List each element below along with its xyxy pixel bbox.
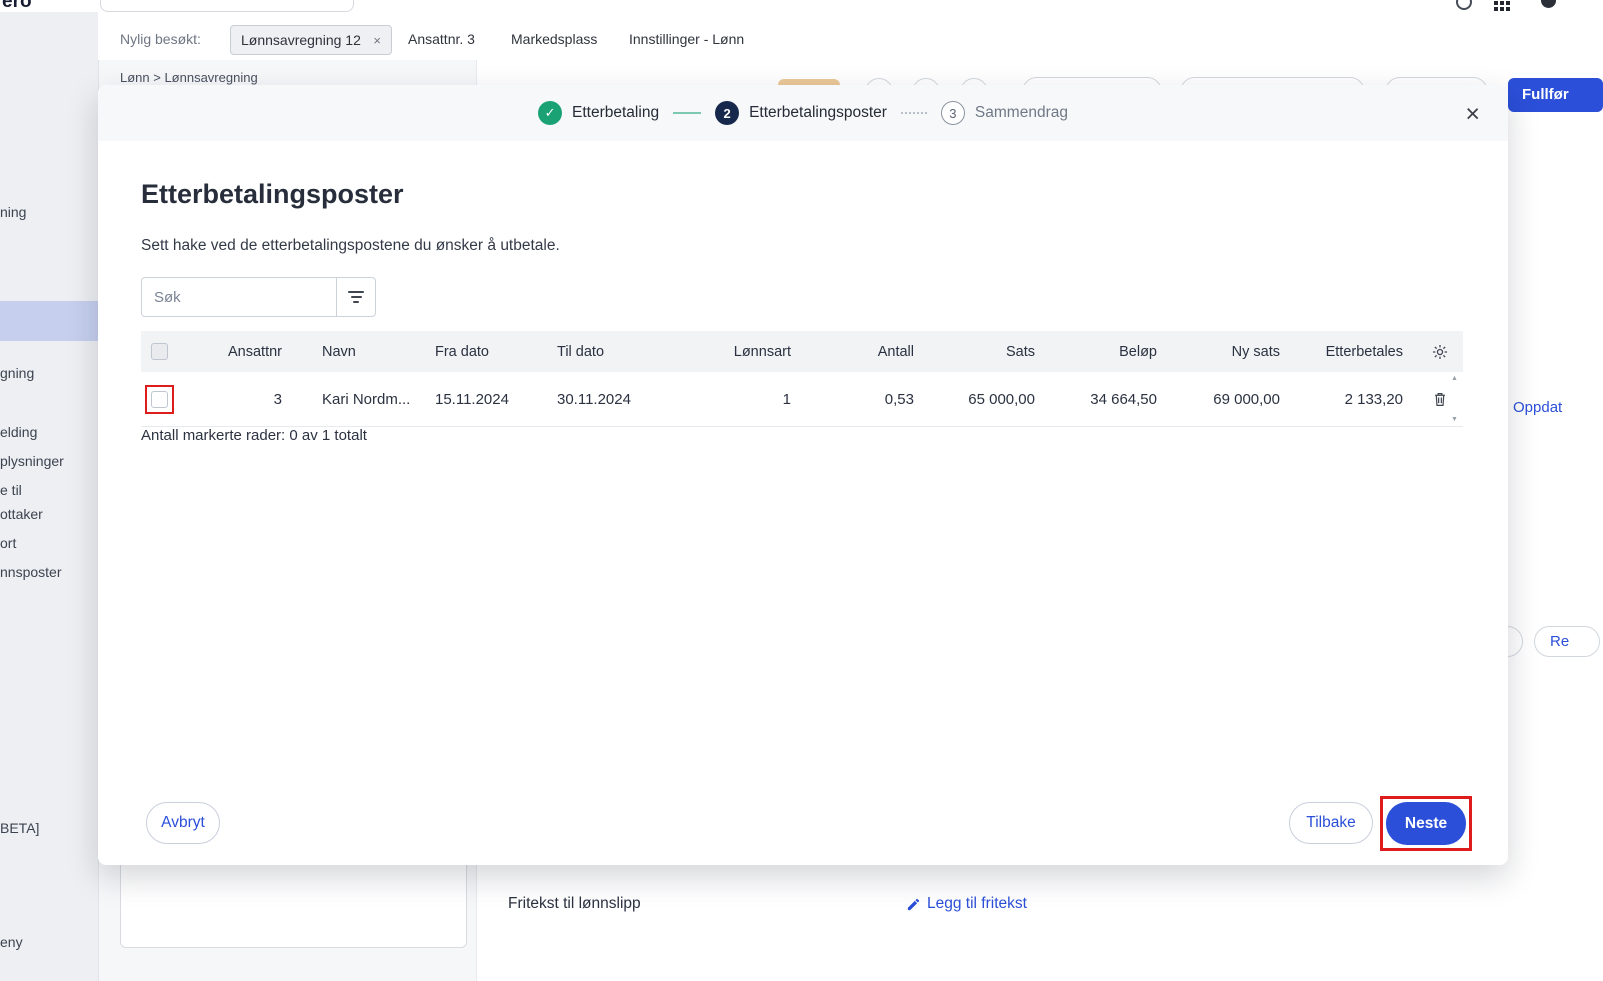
col-sats: Sats (1005, 343, 1035, 360)
col-etterbetales: Etterbetales (1325, 343, 1403, 360)
close-icon[interactable]: × (1465, 102, 1480, 127)
col-antall: Antall (877, 343, 914, 360)
cell-navn: Kari Nordm... (322, 390, 411, 408)
cell-til-dato: 30.11.2024 (557, 390, 631, 408)
row-checkbox[interactable] (151, 390, 168, 408)
breadcrumb[interactable]: Lønn > Lønnsavregning (120, 70, 258, 85)
tab-lonnsavregning-12[interactable]: Lønnsavregning 12 × (230, 25, 392, 55)
pencil-icon (906, 897, 921, 912)
re-button-partial[interactable]: Re (1534, 626, 1600, 657)
sidebar-item[interactable]: ottaker (0, 506, 43, 522)
sidebar-item[interactable]: nnsposter (0, 564, 61, 580)
sidebar-item[interactable]: gning (0, 365, 34, 381)
wizard-stepper: ✓ Etterbetaling 2 Etterbetalingsposter 3… (98, 85, 1508, 141)
fullfor-button[interactable]: Fullfør (1508, 78, 1603, 112)
app-page: ero ning gning elding plysninger e til o… (0, 0, 1603, 981)
sidebar-item[interactable]: e til (0, 482, 22, 498)
global-search-input[interactable] (100, 0, 354, 12)
step-label: Etterbetalingsposter (749, 104, 887, 121)
search-input[interactable] (141, 277, 337, 317)
annotation-highlight-next-button (1380, 796, 1472, 851)
cancel-button[interactable]: Avbryt (146, 802, 220, 844)
tab-innstillinger-lonn[interactable]: Innstillinger - Lønn (629, 31, 744, 47)
selection-summary: Antall markerte rader: 0 av 1 totalt (141, 427, 367, 444)
col-navn: Navn (322, 343, 356, 360)
step-connector (673, 112, 702, 114)
scroll-up-icon[interactable]: ▲ (1451, 375, 1458, 382)
sidebar-item-beta[interactable]: BETA] (0, 820, 39, 836)
cell-belop: 34 664,50 (1090, 390, 1157, 408)
table-settings-icon[interactable] (1417, 343, 1463, 361)
etterbetaling-wizard-modal: ✓ Etterbetaling 2 Etterbetalingsposter 3… (98, 85, 1508, 865)
tab-markedsplass[interactable]: Markedsplass (511, 31, 597, 47)
step-number: 3 (940, 101, 965, 125)
table-header-row: Ansattnr Navn Fra dato Til dato Lønnsart… (141, 331, 1463, 372)
tab-label: Lønnsavregning 12 (241, 32, 361, 48)
app-logo: ero (2, 0, 32, 12)
recently-visited-label: Nylig besøkt: (120, 31, 201, 47)
step-etterbetalingsposter[interactable]: 2 Etterbetalingsposter (715, 101, 887, 125)
col-lonnsart: Lønnsart (733, 343, 791, 360)
etterbetalingsposter-table: Ansattnr Navn Fra dato Til dato Lønnsart… (141, 331, 1463, 427)
oppdater-link-partial[interactable]: Oppdat (1513, 399, 1562, 416)
apps-grid-icon[interactable] (1494, 0, 1512, 11)
back-button[interactable]: Tilbake (1289, 802, 1373, 844)
step-done-check-icon: ✓ (538, 101, 563, 125)
cell-antall: 0,53 (884, 390, 914, 408)
col-ansattnr: Ansattnr (228, 343, 282, 360)
step-etterbetaling[interactable]: ✓ Etterbetaling (538, 101, 659, 125)
col-ny-sats: Ny sats (1231, 343, 1280, 360)
cell-fra-dato: 15.11.2024 (435, 390, 509, 408)
sidebar-item[interactable]: plysninger (0, 453, 64, 469)
step-label: Etterbetaling (572, 104, 660, 121)
step-sammendrag[interactable]: 3 Sammendrag (940, 101, 1068, 125)
sidebar-item[interactable]: ning (0, 204, 26, 220)
cell-etterbetales: 2 133,20 (1344, 390, 1403, 408)
annotation-highlight-checkbox (145, 384, 174, 414)
fritekst-label: Fritekst til lønnslipp (508, 895, 641, 912)
col-til-dato: Til dato (557, 343, 605, 360)
modal-subtitle: Sett hake ved de etterbetalingspostene d… (141, 237, 560, 254)
tab-ansattnr[interactable]: Ansattnr. 3 (408, 31, 475, 47)
sidebar-item-menu[interactable]: eny (0, 934, 23, 950)
tab-close-icon[interactable]: × (373, 33, 381, 48)
sidebar-item[interactable]: elding (0, 424, 37, 440)
scroll-down-icon[interactable]: ▼ (1451, 416, 1458, 423)
cell-ansattnr: 3 (273, 390, 282, 408)
table-scrollbar[interactable]: ▲ ▼ (1449, 375, 1460, 423)
sidebar-item[interactable]: ort (0, 535, 16, 551)
table-row[interactable]: 3 Kari Nordm... 15.11.2024 30.11.2024 1 … (141, 372, 1463, 427)
step-connector-dotted (900, 112, 927, 114)
cell-sats: 65 000,00 (968, 390, 1035, 408)
cell-ny-sats: 69 000,00 (1213, 390, 1280, 408)
cell-lonnsart: 1 (782, 390, 791, 408)
col-fra-dato: Fra dato (435, 343, 489, 360)
background-card-partial (120, 852, 467, 948)
modal-title: Etterbetalingsposter (141, 179, 404, 209)
select-all-checkbox[interactable] (151, 343, 168, 360)
sidebar-item-selected[interactable] (0, 301, 98, 341)
legg-til-fritekst-link[interactable]: Legg til fritekst (906, 895, 1027, 913)
step-label: Sammendrag (974, 104, 1068, 121)
filter-button[interactable] (336, 277, 376, 317)
step-number: 2 (715, 101, 740, 125)
col-belop: Beløp (1119, 343, 1157, 360)
fritekst-link-label: Legg til fritekst (927, 895, 1027, 912)
